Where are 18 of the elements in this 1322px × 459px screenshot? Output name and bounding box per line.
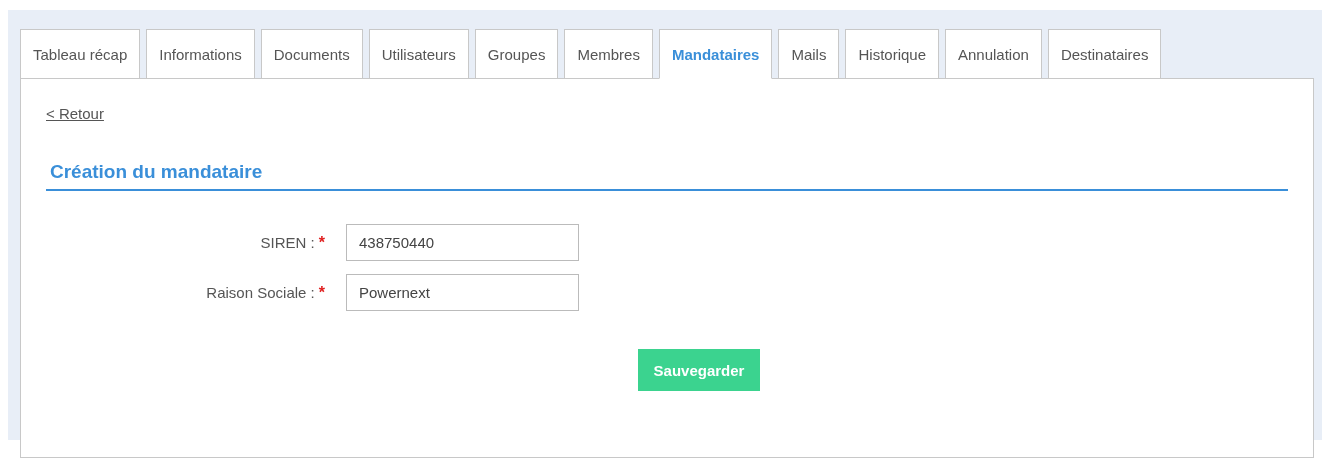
tab[interactable]: Membres <box>564 29 653 79</box>
tab[interactable]: Historique <box>845 29 939 79</box>
field-label: SIREN : <box>260 234 315 251</box>
back-link[interactable]: < Retour <box>46 105 104 122</box>
tab[interactable]: Documents <box>260 29 363 79</box>
section-title: Création du mandataire <box>46 161 1288 191</box>
tab[interactable]: Mails <box>778 29 840 79</box>
field-label: Raison Sociale : <box>206 284 315 301</box>
required-mark: * <box>318 233 325 252</box>
tab[interactable]: Destinataires <box>1047 29 1162 79</box>
tab[interactable]: Groupes <box>474 29 559 79</box>
tab[interactable]: Utilisateurs <box>368 29 469 79</box>
input-field[interactable]: 438750440 <box>346 224 579 261</box>
tab[interactable]: Informations <box>146 29 255 79</box>
tab[interactable]: Tableau récap <box>20 29 141 79</box>
required-mark: * <box>318 283 325 302</box>
tab[interactable]: Annulation <box>945 29 1042 79</box>
input-field[interactable]: Powernext <box>346 274 579 311</box>
